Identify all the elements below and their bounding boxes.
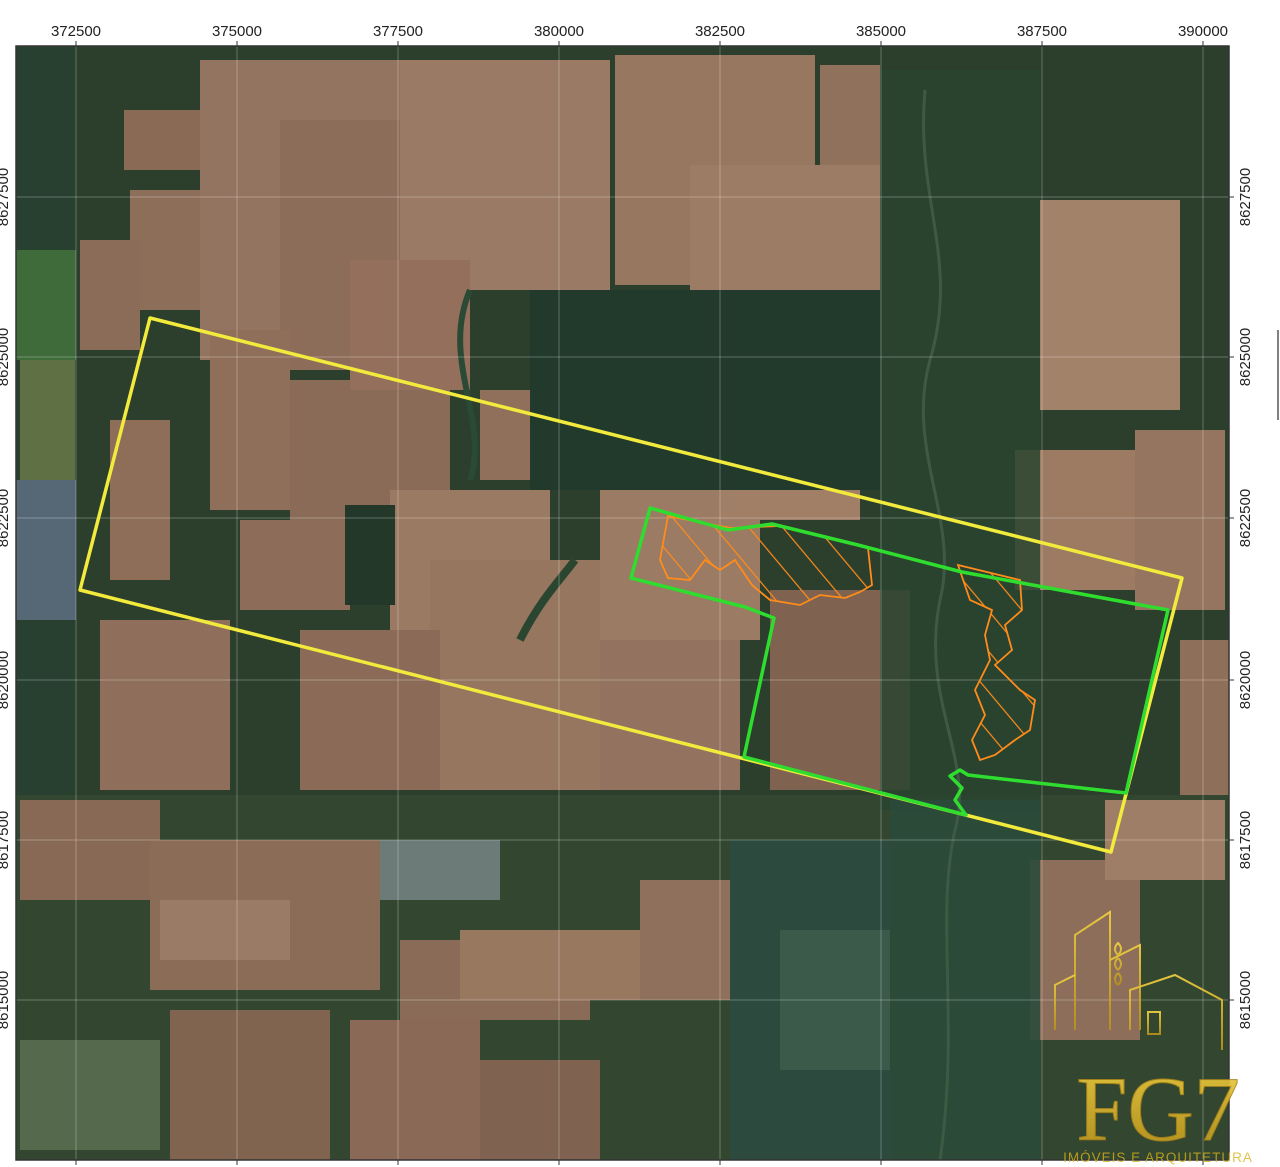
left-tick-label: 8620000 — [0, 651, 12, 709]
left-axis: 8627500 8625000 8622500 8620000 8617500 … — [0, 168, 12, 1029]
map-figure: 372500 375000 377500 380000 382500 38500… — [0, 23, 1279, 1165]
left-tick-label: 8622500 — [0, 489, 12, 547]
top-tick-label: 375000 — [212, 23, 262, 40]
top-tick-label: 385000 — [856, 23, 906, 40]
left-tick-label: 8627500 — [0, 168, 12, 226]
right-tick-label: 8617500 — [1237, 811, 1254, 869]
top-axis: 372500 375000 377500 380000 382500 38500… — [51, 23, 1228, 46]
right-axis: 8627500 8625000 8622500 8620000 8617500 … — [1229, 168, 1279, 1029]
top-tick-label: 372500 — [51, 23, 101, 40]
right-tick-label: 8622500 — [1237, 489, 1254, 547]
right-tick-label: 8615000 — [1237, 971, 1254, 1029]
top-tick-label: 380000 — [534, 23, 584, 40]
left-tick-label: 8615000 — [0, 971, 12, 1029]
right-tick-label: 8627500 — [1237, 168, 1254, 226]
right-tick-label: 8620000 — [1237, 651, 1254, 709]
right-tick-label: 8625000 — [1237, 328, 1254, 386]
logo-tagline: IMÓVEIS E ARQUITETURA — [1063, 1150, 1253, 1165]
left-tick-label: 8617500 — [0, 811, 12, 869]
top-tick-label: 387500 — [1017, 23, 1067, 40]
satellite-imagery — [16, 46, 1229, 1160]
top-tick-label: 377500 — [373, 23, 423, 40]
logo-mark: FG7 — [1076, 1058, 1240, 1160]
top-tick-label: 382500 — [695, 23, 745, 40]
top-tick-label: 390000 — [1178, 23, 1228, 40]
left-tick-label: 8625000 — [0, 328, 12, 386]
